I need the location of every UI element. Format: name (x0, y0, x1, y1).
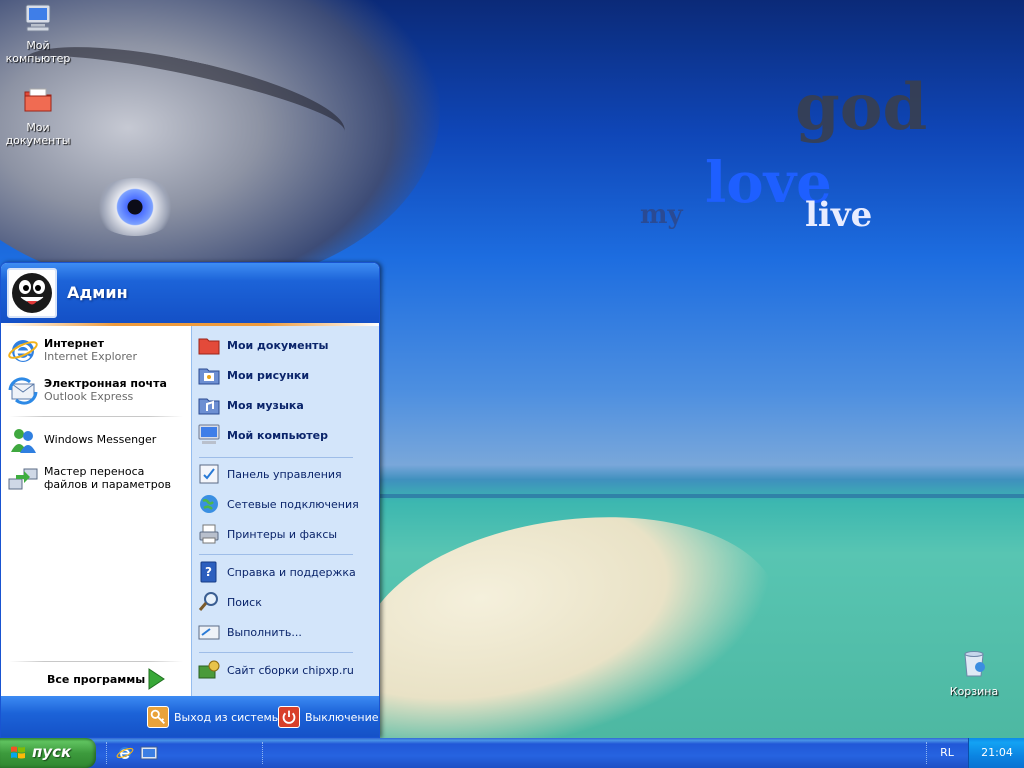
menu-item-my-pictures[interactable]: Мои рисунки (197, 363, 373, 387)
menu-item-internet[interactable]: Интернет Internet Explorer (7, 335, 187, 367)
internet-explorer-icon (8, 340, 38, 362)
green-arrow-icon[interactable] (147, 668, 165, 690)
all-programs-button[interactable]: Все программы (47, 673, 145, 686)
menu-item-help-support[interactable]: ? Справка и поддержка (197, 560, 373, 584)
desktop-icon-label: Корзина (949, 685, 999, 698)
menu-item-my-computer[interactable]: Мой компьютер (197, 423, 373, 447)
menu-item-title: Windows Messenger (44, 433, 157, 446)
start-button[interactable]: пуск (0, 738, 96, 768)
start-button-label: пуск (32, 743, 72, 761)
desktop-icon-label: Мои документы (5, 121, 71, 147)
menu-item-search[interactable]: Поиск (197, 590, 373, 614)
shutdown-button[interactable]: Выключение (278, 706, 379, 728)
start-menu-footer: Выход из системы Выключение (1, 696, 379, 737)
folder-icon (198, 338, 220, 355)
network-globe-icon (200, 495, 218, 513)
menu-item-windows-messenger[interactable]: Windows Messenger (7, 425, 187, 457)
logoff-label: Выход из системы (174, 710, 281, 724)
transfer-wizard-icon (8, 468, 38, 490)
search-icon (198, 592, 218, 611)
desktop-icon-label: Мой компьютер (5, 39, 71, 65)
run-icon (198, 625, 220, 640)
wallpaper-sand (346, 491, 794, 738)
menu-item-title: Электронная почта (44, 377, 167, 390)
start-menu-header: Админ (1, 263, 379, 323)
wallpaper-horizon (380, 494, 1024, 498)
desktop-icon-my-computer[interactable]: Мой компьютер (0, 2, 76, 65)
menu-item-label: Мои рисунки (227, 368, 310, 382)
menu-separator (9, 661, 183, 662)
folder-icon (24, 88, 52, 112)
computer-icon (198, 424, 220, 444)
language-indicator[interactable]: RL (934, 744, 960, 762)
menu-item-label: Мой компьютер (227, 428, 329, 442)
outlook-express-icon (8, 377, 38, 405)
menu-item-printers-faxes[interactable]: Принтеры и факсы (197, 522, 373, 546)
menu-separator (199, 554, 353, 555)
power-icon (278, 706, 300, 728)
menu-item-label: Сайт сборки chipxp.ru (227, 663, 354, 677)
taskbar-grip[interactable] (926, 742, 930, 764)
recycle-bin-icon (964, 651, 985, 677)
taskbar: пуск RL 21:04 (0, 738, 1024, 768)
menu-item-label: Принтеры и факсы (227, 527, 338, 541)
menu-item-title: Мастер переноса файлов и параметров (44, 465, 172, 491)
website-icon (198, 660, 220, 679)
desktop-icon-my-documents[interactable]: Мои документы (0, 84, 76, 147)
wallpaper-eye (92, 178, 178, 236)
menu-item-label: Выполнить... (227, 625, 302, 639)
taskbar-grip[interactable] (262, 742, 266, 764)
shutdown-label: Выключение (305, 710, 379, 724)
menu-item-label: Мои документы (227, 338, 329, 352)
menu-item-email[interactable]: Электронная почта Outlook Express (7, 375, 187, 407)
menu-item-my-documents[interactable]: Мои документы (197, 333, 373, 357)
menu-item-run[interactable]: Выполнить... (197, 620, 373, 644)
printer-icon (199, 524, 219, 544)
menu-item-label: Сетевые подключения (227, 497, 359, 511)
menu-item-subtitle: Outlook Express (44, 390, 134, 403)
wallpaper-word-my: my (640, 200, 683, 230)
user-avatar[interactable] (7, 268, 57, 318)
wallpaper-word-god: god (795, 70, 928, 145)
menu-item-transfer-wizard[interactable]: Мастер переноса файлов и параметров (7, 463, 187, 495)
menu-separator (199, 652, 353, 653)
wallpaper-word-live: live (805, 195, 873, 235)
control-panel-icon (199, 464, 219, 484)
desktop-icon-recycle-bin[interactable]: Корзина (936, 648, 1012, 698)
menu-item-title: Интернет (44, 337, 104, 350)
menu-item-control-panel[interactable]: Панель управления (197, 462, 373, 486)
help-book-icon: ? (200, 561, 217, 583)
menu-item-label: Моя музыка (227, 398, 304, 412)
internet-explorer-icon[interactable] (116, 744, 134, 762)
menu-item-chipxp-site[interactable]: Сайт сборки chipxp.ru (197, 658, 373, 682)
svg-text:?: ? (205, 565, 212, 579)
system-tray: 21:04 (968, 738, 1024, 768)
music-folder-icon (198, 398, 220, 415)
messenger-icon (11, 429, 36, 453)
menu-item-label: Справка и поддержка (227, 565, 356, 579)
logoff-button[interactable]: Выход из системы (147, 706, 280, 728)
menu-item-subtitle: Internet Explorer (44, 350, 137, 363)
menu-item-label: Поиск (227, 595, 262, 609)
menu-separator (9, 416, 183, 417)
start-menu: Админ Интернет Internet Explorer Электрон… (0, 262, 380, 738)
smiley-avatar-icon (12, 273, 52, 313)
clock[interactable]: 21:04 (969, 746, 1024, 759)
menu-item-network-connections[interactable]: Сетевые подключения (197, 492, 373, 516)
key-icon (147, 706, 169, 728)
windows-logo-icon (11, 746, 25, 759)
username: Админ (67, 283, 128, 302)
menu-item-label: Панель управления (227, 467, 342, 481)
pictures-folder-icon (198, 368, 220, 385)
menu-separator (199, 457, 353, 458)
menu-item-my-music[interactable]: Моя музыка (197, 393, 373, 417)
show-desktop-icon[interactable] (140, 744, 158, 762)
taskbar-grip[interactable] (106, 742, 110, 764)
computer-icon (25, 4, 51, 32)
